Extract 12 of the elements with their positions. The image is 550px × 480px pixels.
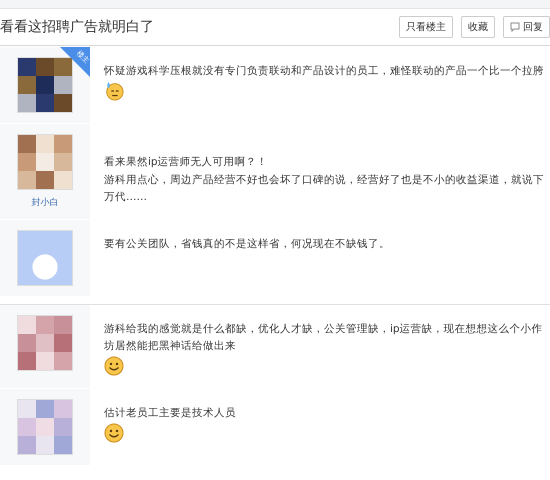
post-text: 估计老员工主要是技术人员 <box>104 406 237 421</box>
reply-button[interactable]: 回复 <box>503 16 550 38</box>
username-link[interactable]: 封小白 <box>32 196 58 209</box>
post-text: 看来果然ip运营师无人可用啊？！ <box>104 155 269 170</box>
thread-title: 看看这招聘广告就明白了 <box>0 18 154 36</box>
post-text: 怀疑游戏科学压根就没有专门负责联动和产品设计的员工，难怪联动的产品一个比一个拉胯 <box>104 64 544 79</box>
toolbar-button[interactable]: 只看楼主 <box>399 16 453 38</box>
post-text: 游科给我的感觉就是什么都缺，优化人才缺，公关管理缺，ip运营缺，现在想想这么个小作坊居然能把黑神话给做出来 <box>104 322 544 354</box>
post-text: 要有公关团队，省钱真的不是这样省，何况现在不缺钱了。 <box>104 237 391 252</box>
post-text: 游科用点心，周边产品经营不好也会坏了口碑的说，经营好了也是不小的收益渠道，就说下万代…… <box>104 173 544 205</box>
toolbar-button[interactable]: 收藏 <box>461 16 495 38</box>
chat-bubble-icon <box>510 22 520 32</box>
